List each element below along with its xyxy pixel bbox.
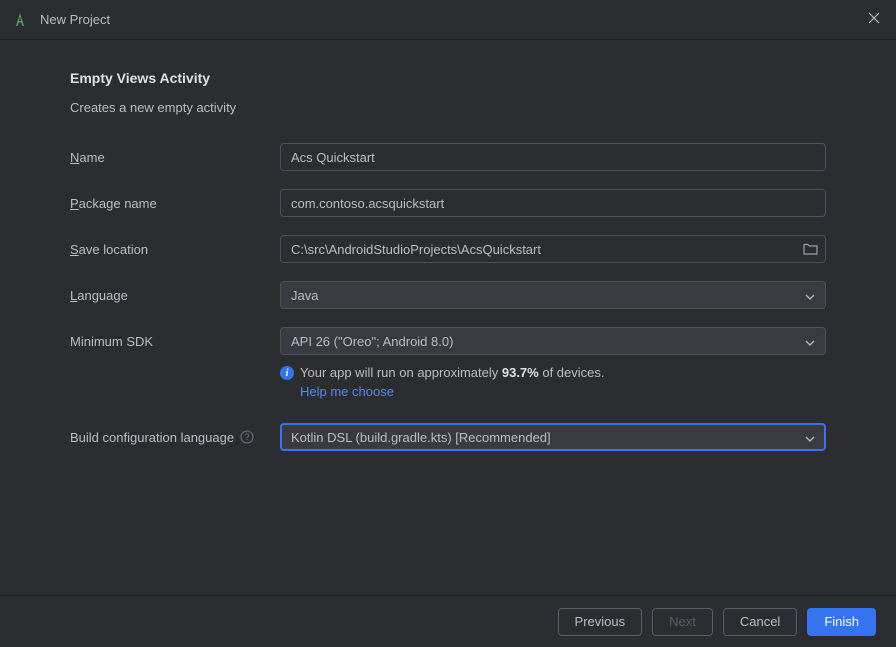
label-language: Language (70, 288, 280, 303)
next-button: Next (652, 608, 713, 636)
label-location: Save location (70, 242, 280, 257)
chevron-down-icon (805, 288, 815, 303)
android-studio-icon (12, 12, 28, 28)
row-min-sdk: Minimum SDK API 26 ("Oreo"; Android 8.0) (70, 327, 826, 355)
min-sdk-value: API 26 ("Oreo"; Android 8.0) (291, 334, 453, 349)
chevron-down-icon (805, 334, 815, 349)
language-select[interactable]: Java (280, 281, 826, 309)
info-icon: i (280, 366, 294, 380)
browse-folder-icon[interactable] (803, 243, 818, 256)
label-min-sdk: Minimum SDK (70, 334, 280, 349)
location-input[interactable] (280, 235, 826, 263)
min-sdk-select[interactable]: API 26 ("Oreo"; Android 8.0) (280, 327, 826, 355)
page-subtitle: Creates a new empty activity (70, 100, 826, 115)
label-name: Name (70, 150, 280, 165)
help-icon[interactable]: ? (240, 430, 254, 444)
row-build-config: Build configuration language ? Kotlin DS… (70, 423, 826, 451)
title-bar: New Project (0, 0, 896, 40)
svg-text:?: ? (245, 432, 250, 442)
close-button[interactable] (864, 8, 884, 32)
finish-button[interactable]: Finish (807, 608, 876, 636)
label-package: Package name (70, 196, 280, 211)
package-input[interactable] (280, 189, 826, 217)
name-input[interactable] (280, 143, 826, 171)
build-config-select[interactable]: Kotlin DSL (build.gradle.kts) [Recommend… (280, 423, 826, 451)
language-value: Java (291, 288, 318, 303)
previous-button[interactable]: Previous (558, 608, 643, 636)
footer-bar: Previous Next Cancel Finish (0, 595, 896, 647)
label-build-config: Build configuration language ? (70, 430, 280, 445)
window-title: New Project (40, 12, 110, 27)
page-title: Empty Views Activity (70, 70, 826, 86)
cancel-button[interactable]: Cancel (723, 608, 797, 636)
row-language: Language Java (70, 281, 826, 309)
sdk-info-row: i Your app will run on approximately 93.… (280, 365, 826, 380)
row-package: Package name (70, 189, 826, 217)
row-name: Name (70, 143, 826, 171)
row-location: Save location (70, 235, 826, 263)
chevron-down-icon (805, 430, 815, 445)
help-me-choose-link[interactable]: Help me choose (300, 384, 394, 399)
sdk-info-text: Your app will run on approximately 93.7%… (300, 365, 605, 380)
build-config-value: Kotlin DSL (build.gradle.kts) [Recommend… (291, 430, 551, 445)
content-area: Empty Views Activity Creates a new empty… (0, 40, 896, 489)
